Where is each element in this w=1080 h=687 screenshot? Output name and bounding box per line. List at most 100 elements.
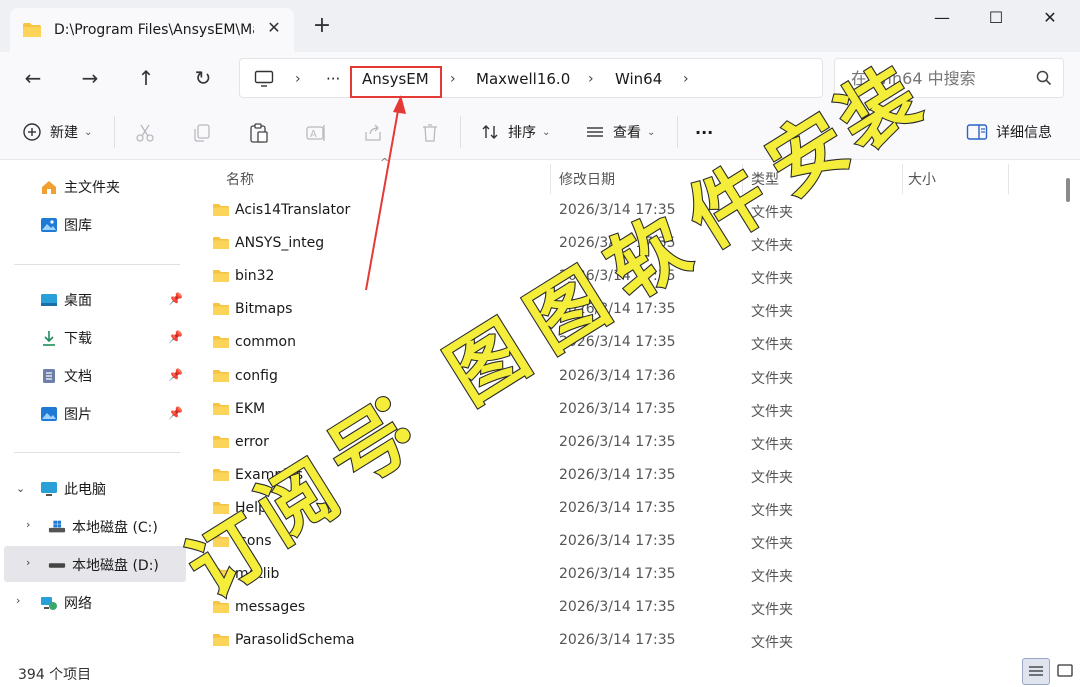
column-header-name[interactable]: 名称 <box>226 166 254 194</box>
view-icon <box>587 127 603 137</box>
sidebar-item-home[interactable]: 主文件夹 <box>40 170 120 204</box>
up-button[interactable]: ↑ <box>131 64 161 92</box>
view-button[interactable]: 查看 ⌄ <box>585 118 655 146</box>
sidebar-item-network[interactable]: 网络 <box>40 586 92 620</box>
file-date: 2026/3/14 17:35 <box>559 499 676 516</box>
paste-icon[interactable] <box>248 122 270 144</box>
file-row[interactable]: ParasolidSchema 2026/3/14 17:35 文件夹 <box>210 626 1050 659</box>
details-pane-button[interactable]: 详细信息 <box>966 118 1052 146</box>
sidebar-item-label: 主文件夹 <box>64 180 120 196</box>
sidebar-item-desktop[interactable]: 桌面 <box>40 283 92 317</box>
expand-chevron-icon[interactable]: › <box>26 518 30 531</box>
file-row[interactable]: Examples 2026/3/14 17:35 文件夹 <box>210 461 1050 494</box>
sidebar-item-drive-d[interactable]: 本地磁盘 (D:) <box>48 548 159 582</box>
file-row[interactable]: EKM 2026/3/14 17:35 文件夹 <box>210 395 1050 428</box>
file-row[interactable]: Icons 2026/3/14 17:35 文件夹 <box>210 527 1050 560</box>
sidebar-item-gallery[interactable]: 图库 <box>40 208 92 242</box>
maximize-button[interactable]: ☐ <box>976 6 1016 30</box>
file-name: ANSYS_integ <box>235 235 325 252</box>
title-bar: D:\Program Files\AnsysEM\Ma ✕ + — ☐ ✕ <box>0 0 1080 52</box>
tab-close-icon[interactable]: ✕ <box>264 18 284 38</box>
file-name: config <box>235 367 278 384</box>
address-bar[interactable]: › ··· AnsysEM › Maxwell16.0 › Win64 › <box>239 58 823 98</box>
pin-icon[interactable]: 📌 <box>168 368 183 382</box>
sidebar-item-documents[interactable]: 文档 <box>40 359 92 393</box>
explorer-tab[interactable]: D:\Program Files\AnsysEM\Ma ✕ <box>10 8 294 52</box>
file-row[interactable]: ANSYS_integ 2026/3/14 17:35 文件夹 <box>210 229 1050 262</box>
forward-button[interactable]: → <box>75 64 105 92</box>
search-input[interactable] <box>835 59 1035 97</box>
column-divider[interactable] <box>742 164 743 194</box>
breadcrumb-item-maxwell[interactable]: Maxwell16.0 <box>476 59 570 99</box>
file-row[interactable]: config 2026/3/14 17:36 文件夹 <box>210 362 1050 395</box>
breadcrumb-item-ansysem[interactable]: AnsysEM <box>362 59 429 99</box>
file-row[interactable]: error 2026/3/14 17:35 文件夹 <box>210 428 1050 461</box>
file-name: Examples <box>235 466 304 483</box>
file-row[interactable]: common 2026/3/14 17:35 文件夹 <box>210 328 1050 361</box>
sidebar-item-drive-c[interactable]: 本地磁盘 (C:) <box>48 510 158 544</box>
breadcrumb-item-win64[interactable]: Win64 <box>615 59 662 99</box>
share-icon[interactable] <box>362 122 384 144</box>
back-button[interactable]: ← <box>18 64 48 92</box>
folder-icon <box>213 568 229 581</box>
file-row[interactable]: Help 2026/3/14 17:35 文件夹 <box>210 494 1050 527</box>
column-divider[interactable] <box>902 164 903 194</box>
column-header-date[interactable]: 修改日期 <box>559 166 615 194</box>
sidebar-item-label: 图片 <box>64 407 92 423</box>
new-tab-button[interactable]: + <box>310 14 334 38</box>
breadcrumb-separator[interactable]: › <box>588 59 594 99</box>
sidebar-item-label: 本地磁盘 (C:) <box>72 520 158 536</box>
file-row[interactable]: Acis14Translator 2026/3/14 17:35 文件夹 <box>210 196 1050 229</box>
sidebar-item-label: 网络 <box>64 596 92 612</box>
file-row[interactable]: matlib 2026/3/14 17:35 文件夹 <box>210 560 1050 593</box>
folder-icon <box>213 336 229 349</box>
copy-icon[interactable] <box>191 122 213 144</box>
sidebar-item-pictures[interactable]: 图片 <box>40 397 92 431</box>
file-type: 文件夹 <box>751 502 793 519</box>
expand-chevron-icon[interactable]: › <box>26 556 30 569</box>
tiles-view-icon <box>1057 664 1073 677</box>
breadcrumb-overflow[interactable]: ··· <box>326 59 340 99</box>
file-date: 2026/3/14 17:36 <box>559 367 676 384</box>
expand-chevron-icon[interactable]: › <box>16 594 20 607</box>
file-row[interactable]: messages 2026/3/14 17:35 文件夹 <box>210 593 1050 626</box>
sidebar-item-this-pc[interactable]: 此电脑 <box>40 472 106 506</box>
breadcrumb-separator[interactable]: › <box>683 59 689 99</box>
column-header-type[interactable]: 类型 <box>751 166 779 194</box>
column-header-size[interactable]: 大小 <box>908 166 936 194</box>
details-view-button[interactable] <box>1022 658 1050 685</box>
pin-icon[interactable]: 📌 <box>168 406 183 420</box>
sidebar-item-downloads[interactable]: 下载 <box>40 321 92 355</box>
delete-icon[interactable] <box>419 122 441 144</box>
more-options-button[interactable]: ··· <box>695 118 713 146</box>
folder-icon <box>213 369 229 382</box>
pin-icon[interactable]: 📌 <box>168 292 183 306</box>
rename-icon[interactable]: A <box>305 122 327 144</box>
pin-icon[interactable]: 📌 <box>168 330 183 344</box>
file-date: 2026/3/14 17:35 <box>559 632 676 649</box>
file-date: 2026/3/14 17:35 <box>559 268 676 285</box>
search-icon[interactable] <box>1035 69 1053 87</box>
file-row[interactable]: Bitmaps 2026/3/14 17:35 文件夹 <box>210 295 1050 328</box>
view-label: 查看 <box>613 125 641 141</box>
tiles-view-button[interactable] <box>1052 658 1080 685</box>
search-box[interactable] <box>834 58 1064 98</box>
new-button[interactable]: 新建 ⌄ <box>22 118 92 146</box>
minimize-button[interactable]: — <box>922 6 962 30</box>
file-row[interactable]: bin32 2026/3/14 17:35 文件夹 <box>210 262 1050 295</box>
collapse-chevron-icon[interactable]: ⌄ <box>16 482 25 495</box>
vertical-scrollbar[interactable] <box>1066 178 1070 202</box>
breadcrumb-separator[interactable]: › <box>295 59 301 99</box>
column-divider[interactable] <box>550 164 551 194</box>
file-type: 文件夹 <box>751 370 793 387</box>
refresh-button[interactable]: ↻ <box>188 64 218 92</box>
close-window-button[interactable]: ✕ <box>1030 6 1070 30</box>
computer-icon[interactable] <box>254 70 274 88</box>
breadcrumb-separator[interactable]: › <box>450 59 456 99</box>
cut-icon[interactable] <box>134 122 156 144</box>
column-divider[interactable] <box>1008 164 1009 194</box>
file-name: Bitmaps <box>235 301 293 318</box>
tab-title: D:\Program Files\AnsysEM\Ma <box>54 22 254 38</box>
sort-button[interactable]: 排序 ⌄ <box>480 118 550 146</box>
details-pane-icon <box>966 124 988 140</box>
